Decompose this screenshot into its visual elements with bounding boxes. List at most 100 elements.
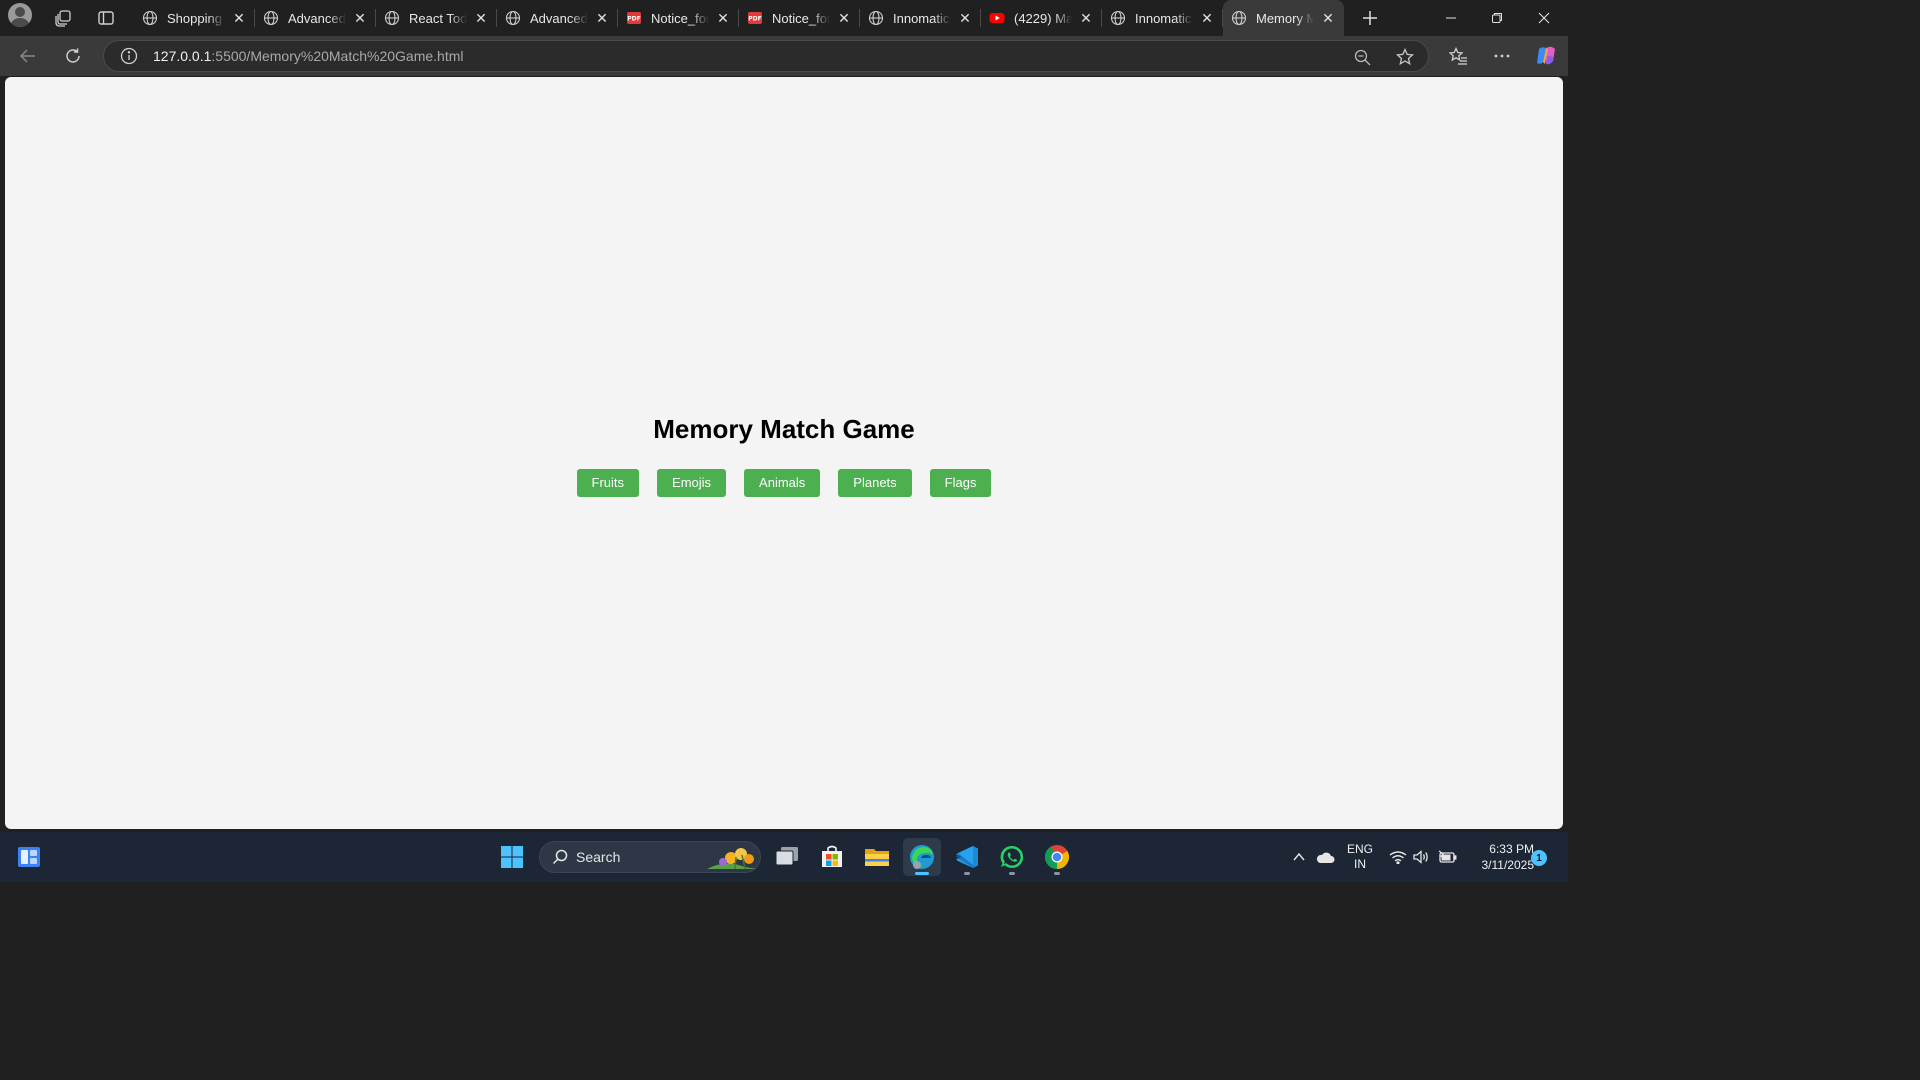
chrome-button[interactable] — [1038, 838, 1076, 876]
search-icon — [552, 849, 568, 865]
clock-date: 3/11/2025 — [1481, 858, 1535, 872]
pdf-icon: PDF — [626, 10, 642, 26]
search-label: Search — [576, 849, 621, 865]
close-tab-icon[interactable]: ✕ — [229, 8, 249, 28]
planets-button[interactable]: Planets — [838, 469, 912, 497]
tab[interactable]: Innomatics ✕ — [860, 0, 981, 36]
close-tab-icon[interactable]: ✕ — [592, 8, 612, 28]
restore-button[interactable] — [1474, 0, 1520, 36]
emojis-button[interactable]: Emojis — [657, 469, 727, 497]
tab-title: Innomatics — [1135, 10, 1193, 26]
file-explorer-icon — [865, 849, 889, 866]
volume-icon — [1413, 850, 1428, 864]
close-tab-icon[interactable]: ✕ — [834, 8, 854, 28]
page-viewport: Memory Match Game Fruits Emojis Animals … — [5, 77, 1563, 829]
wifi-icon — [1389, 851, 1407, 864]
tab[interactable]: Advanced I ✕ — [255, 0, 376, 36]
site-info-icon[interactable] — [120, 47, 138, 70]
tab[interactable]: Shopping C ✕ — [134, 0, 255, 36]
pdf-icon: PDF — [747, 10, 763, 26]
favorite-star-icon[interactable] — [1394, 46, 1416, 68]
globe-icon — [384, 10, 400, 26]
settings-more-button[interactable] — [1487, 41, 1517, 71]
close-tab-icon[interactable]: ✕ — [350, 8, 370, 28]
copilot-icon — [1537, 46, 1555, 65]
running-indicator — [964, 872, 970, 875]
restore-icon — [1492, 13, 1502, 23]
language-line2: IN — [1354, 857, 1366, 871]
copilot-button[interactable] — [1531, 41, 1561, 71]
tab-title: Innomatics — [893, 10, 951, 26]
refresh-button[interactable] — [58, 41, 88, 71]
tab-title: Shopping C — [167, 10, 225, 26]
globe-icon — [1231, 10, 1247, 26]
clock-time: 6:33 PM — [1489, 842, 1534, 856]
tab[interactable]: (4229) Man ✕ — [981, 0, 1102, 36]
close-tab-icon[interactable]: ✕ — [1318, 8, 1338, 28]
whatsapp-button[interactable] — [993, 838, 1031, 876]
running-indicator — [915, 872, 929, 875]
svg-text:PDF: PDF — [748, 16, 761, 23]
language-line1: ENG — [1346, 842, 1373, 856]
vscode-button[interactable] — [948, 838, 986, 876]
edge-button[interactable] — [903, 838, 941, 876]
close-tab-icon[interactable]: ✕ — [713, 8, 733, 28]
onedrive-button[interactable] — [1308, 838, 1342, 876]
clock[interactable]: 6:33 PM 3/11/2025 — [1462, 841, 1535, 873]
workspaces-button[interactable] — [49, 4, 77, 32]
start-icon — [501, 846, 523, 868]
new-tab-button[interactable] — [1356, 4, 1384, 32]
widgets-button[interactable] — [10, 838, 48, 876]
taskbar-search[interactable]: Search — [539, 841, 761, 873]
tab-title: Advanced I — [288, 10, 346, 26]
tab-title: (4229) Man — [1014, 10, 1072, 26]
fruits-button[interactable]: Fruits — [576, 469, 640, 497]
animals-button[interactable]: Animals — [744, 469, 821, 497]
profile-avatar-icon — [8, 3, 32, 27]
notification-badge[interactable]: 1 — [1531, 850, 1547, 866]
zoom-out-icon[interactable] — [1351, 46, 1373, 68]
running-indicator — [1054, 872, 1060, 875]
favorites-list-icon — [1448, 46, 1467, 65]
globe-icon — [142, 10, 158, 26]
favorites-button[interactable] — [1443, 41, 1473, 71]
tab[interactable]: PDF Notice_for_ ✕ — [739, 0, 860, 36]
close-tab-icon[interactable]: ✕ — [1076, 8, 1096, 28]
flags-button[interactable]: Flags — [929, 469, 992, 497]
page-title: Memory Match Game — [653, 414, 915, 444]
close-tab-icon[interactable]: ✕ — [1197, 8, 1217, 28]
taskbar: Search ENG IN 6:33 PM 3/11/2025 1 — [0, 832, 1568, 882]
vertical-tabs-button[interactable] — [92, 4, 120, 32]
svg-text:PDF: PDF — [627, 16, 640, 23]
close-tab-icon[interactable]: ✕ — [955, 8, 975, 28]
tab-active[interactable]: Memory M ✕ — [1223, 0, 1344, 36]
tab-title: React Todo — [409, 10, 467, 26]
whatsapp-icon — [1000, 845, 1024, 868]
start-button[interactable] — [493, 838, 531, 876]
more-dots-icon — [1494, 54, 1510, 58]
category-buttons: Fruits Emojis Animals Planets Flags — [5, 469, 1563, 497]
file-explorer-button[interactable] — [858, 838, 896, 876]
address-bar[interactable]: 127.0.0.1:5500/Memory%20Match%20Game.htm… — [103, 40, 1429, 72]
vscode-icon — [956, 846, 978, 868]
back-arrow-icon — [19, 49, 35, 63]
task-view-button[interactable] — [768, 838, 806, 876]
microsoft-store-button[interactable] — [813, 838, 851, 876]
minimize-button[interactable] — [1428, 0, 1474, 36]
language-indicator[interactable]: ENG IN — [1344, 842, 1376, 872]
tab[interactable]: PDF Notice_for_ ✕ — [618, 0, 739, 36]
close-window-button[interactable] — [1521, 0, 1567, 36]
tab[interactable]: Advanced I ✕ — [497, 0, 618, 36]
tab[interactable]: React Todo ✕ — [376, 0, 497, 36]
back-button[interactable] — [13, 41, 43, 71]
profile-button[interactable] — [8, 3, 36, 31]
running-indicator — [1009, 872, 1015, 875]
volume-button[interactable] — [1407, 838, 1435, 876]
globe-icon — [263, 10, 279, 26]
close-tab-icon[interactable]: ✕ — [471, 8, 491, 28]
tab[interactable]: Innomatics ✕ — [1102, 0, 1223, 36]
tab-title: Advanced I — [530, 10, 588, 26]
refresh-icon — [66, 48, 80, 63]
battery-button[interactable] — [1433, 838, 1461, 876]
youtube-icon — [989, 10, 1005, 26]
